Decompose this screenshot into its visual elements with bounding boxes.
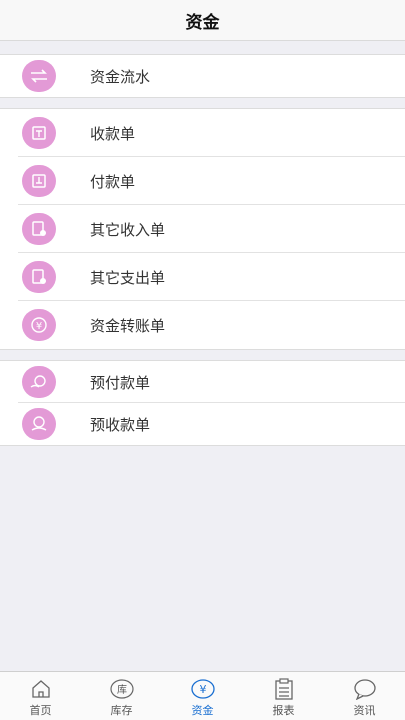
menu-item-label: 预收款单 — [90, 415, 151, 434]
chat-bubble-icon — [353, 677, 377, 701]
menu-item-label: 其它收入单 — [90, 220, 166, 239]
menu-item-label: 其它支出单 — [90, 268, 166, 287]
tab-glyph: 库 — [117, 683, 127, 696]
group-advance: 预付款单 预收款单 — [0, 360, 405, 446]
tab-label: 资金 — [191, 704, 214, 717]
menu-item-fund-flow[interactable]: 资金流水 — [0, 55, 405, 97]
menu-item-prereceipt[interactable]: 预收款单 — [0, 403, 405, 445]
yen-transfer-icon: ¥ — [22, 309, 56, 341]
prereceive-icon — [22, 408, 56, 440]
group-cash-flow: 资金流水 — [0, 54, 405, 98]
tab-inventory[interactable]: 库 库存 — [81, 672, 162, 720]
svg-text:¥: ¥ — [36, 321, 42, 332]
menu-item-prepayment[interactable]: 预付款单 — [0, 361, 405, 403]
menu-item-label: 付款单 — [90, 172, 136, 191]
other-expense-icon — [22, 261, 56, 293]
receipt-in-icon — [22, 117, 56, 149]
menu-item-payment[interactable]: 付款单 — [0, 157, 405, 205]
receipt-out-icon — [22, 165, 56, 197]
group-documents: 收款单 付款单 其它收入单 其它支出单 ¥ 资金转账单 — [0, 108, 405, 350]
tab-news[interactable]: 资讯 — [324, 672, 405, 720]
clipboard-icon — [272, 677, 296, 701]
menu-item-label: 资金转账单 — [90, 316, 166, 335]
tab-glyph: ¥ — [199, 683, 206, 696]
page-title: 资金 — [185, 12, 220, 33]
tab-home[interactable]: 首页 — [0, 672, 81, 720]
app-header: 资金 — [0, 0, 405, 41]
menu-item-label: 资金流水 — [90, 67, 151, 86]
tab-label: 首页 — [29, 704, 52, 717]
tab-label: 库存 — [110, 704, 133, 717]
menu-item-other-income[interactable]: 其它收入单 — [0, 205, 405, 253]
tab-funds[interactable]: ¥ 资金 — [162, 672, 243, 720]
menu-item-receipt[interactable]: 收款单 — [0, 109, 405, 157]
bottom-tab-bar: 首页 库 库存 ¥ 资金 报表 资讯 — [0, 671, 405, 720]
home-icon — [29, 677, 53, 701]
transfer-arrows-icon — [22, 60, 56, 92]
yen-icon: ¥ — [190, 677, 215, 701]
tab-label: 资讯 — [353, 704, 376, 717]
other-income-icon — [22, 213, 56, 245]
menu-item-other-expense[interactable]: 其它支出单 — [0, 253, 405, 301]
menu-item-label: 收款单 — [90, 124, 136, 143]
tab-label: 报表 — [272, 704, 295, 717]
menu-item-fund-transfer[interactable]: ¥ 资金转账单 — [0, 301, 405, 349]
menu-item-label: 预付款单 — [90, 373, 151, 392]
warehouse-icon: 库 — [109, 677, 134, 701]
prepay-icon — [22, 366, 56, 398]
tab-reports[interactable]: 报表 — [243, 672, 324, 720]
